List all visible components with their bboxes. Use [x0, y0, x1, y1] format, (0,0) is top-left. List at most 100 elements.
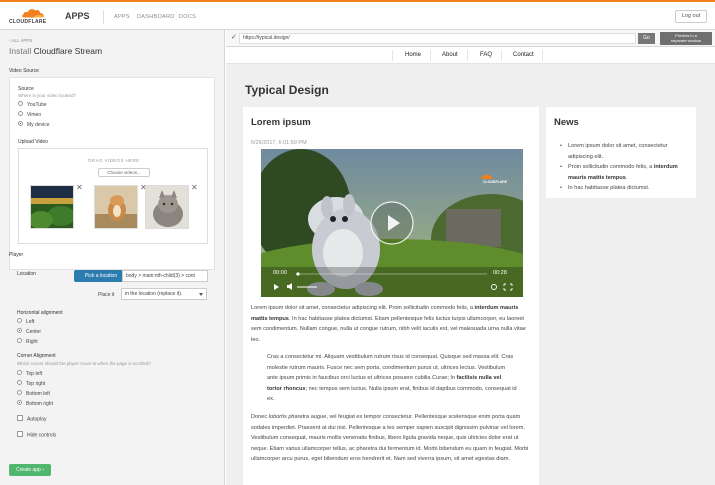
radio-icon[interactable] [17, 318, 22, 324]
autoplay-toggle[interactable]: Autoplay [17, 415, 46, 423]
selector-input[interactable]: body > main:nth-child(3) > cont [122, 270, 208, 282]
preview-pane: ✓ https://typical.design/ Go Preview in … [226, 30, 715, 485]
radio-selected-icon[interactable] [17, 328, 22, 334]
source-label: Source [18, 86, 34, 92]
h-align-right[interactable]: Right [17, 338, 38, 346]
source-option-youtube[interactable]: YouTube [18, 101, 47, 109]
pick-location-button[interactable]: Pick a location [74, 270, 128, 282]
nav-divider [467, 50, 468, 61]
option-label: Bottom left [26, 391, 50, 397]
hide-controls-toggle[interactable]: Hide controls [17, 431, 57, 439]
site-nav-home[interactable]: Home [405, 52, 421, 58]
text: . In hac habitasse platea dictumst. Etia… [251, 315, 526, 343]
video-frame [261, 149, 523, 297]
upload-label: Upload Video [18, 139, 48, 145]
site-nav-contact[interactable]: Contact [513, 52, 534, 58]
text: . [625, 174, 628, 181]
video-current-time: 00:00 [273, 270, 287, 276]
news-item: In hac habitasse platea dictumst. [560, 183, 692, 194]
nav-dashboard[interactable]: DASHBOARD [137, 14, 175, 20]
radio-selected-icon[interactable] [17, 400, 22, 406]
preview-url-bar: ✓ https://typical.design/ Go Preview in … [226, 30, 715, 47]
option-label: My device [27, 122, 50, 128]
corner-bottom-right[interactable]: Bottom right [17, 400, 53, 408]
article-paragraph-2: Donec lobortis pharetra augue, vel feugi… [251, 412, 533, 465]
separate-window-line2: separate window [670, 38, 702, 43]
article-title: Lorem ipsum [251, 117, 311, 128]
cloudflare-logo[interactable]: CLOUDFLARE [9, 6, 53, 28]
italic-text: lobortis pharetra [268, 414, 310, 420]
source-hint: Where is your video located? [18, 93, 77, 98]
text: Proin sollicitudin commodo felis, a [568, 164, 654, 170]
news-list: Lorem ipsum dolor sit amet, consectetur … [560, 141, 692, 194]
text: augue, vel feugiat ex tempor consectetur… [251, 414, 529, 462]
radio-icon[interactable] [17, 370, 22, 376]
location-label: Location [17, 271, 36, 277]
radio-icon[interactable] [18, 101, 23, 107]
news-item: Lorem ipsum dolor sit amet, consectetur … [560, 141, 692, 162]
checkmark-icon: ✓ [231, 34, 237, 41]
upload-dropzone[interactable]: DRAG VIDEOS HERE Choose videos... ✕ ✕ ✕ [18, 148, 208, 244]
nav-docs[interactable]: DOCS [179, 14, 196, 20]
option-label: Left [26, 319, 35, 325]
news-card: News Lorem ipsum dolor sit amet, consect… [546, 107, 696, 198]
chevron-down-icon [199, 293, 203, 296]
radio-icon[interactable] [17, 390, 22, 396]
place-it-label: Place it [98, 292, 115, 298]
option-label: Vimeo [27, 112, 42, 118]
nav-divider [392, 50, 393, 61]
checkbox-icon[interactable] [17, 415, 23, 421]
option-label: Bottom right [26, 401, 53, 407]
source-option-my-device[interactable]: My device [18, 121, 50, 129]
radio-icon[interactable] [17, 380, 22, 386]
video-thumbnail-3 [145, 185, 189, 229]
install-panel: ‹ ALL APPS Install Cloudflare Stream Vid… [0, 30, 225, 485]
article-paragraph-1: Lorem ipsum dolor sit amet, consectetur … [251, 303, 533, 345]
cloud-icon [22, 9, 44, 18]
cat-thumbnail [146, 186, 188, 228]
nav-divider [501, 50, 502, 61]
site-nav-faq[interactable]: FAQ [480, 52, 492, 58]
remove-video-1-icon[interactable]: ✕ [76, 184, 83, 192]
top-bar: CLOUDFLARE APPS APPS DASHBOARD DOCS Log … [0, 0, 715, 30]
video-thumbnail-1 [30, 185, 74, 229]
site-title: Typical Design [245, 83, 329, 97]
preview-url-input[interactable]: https://typical.design/ [239, 33, 636, 44]
install-prefix: Install [9, 46, 34, 56]
option-label: Center [26, 329, 42, 335]
place-it-select[interactable]: in the location (replace it). [121, 288, 207, 300]
video-total-time: 00:28 [493, 270, 507, 276]
horizontal-alignment-label: Horizontal alignment [17, 310, 63, 316]
nav-divider [430, 50, 431, 61]
corner-top-right[interactable]: Top right [17, 380, 45, 388]
news-title: News [554, 117, 579, 128]
create-app-button[interactable]: Create app › [9, 464, 51, 476]
video-player[interactable]: CLOUDFLARE 00:00 00:28 [261, 149, 523, 297]
corner-alignment-label: Corner Alignment [17, 353, 56, 359]
go-button[interactable]: Go [638, 33, 655, 44]
radio-selected-icon[interactable] [18, 121, 23, 127]
choose-videos-button[interactable]: Choose videos... [98, 168, 150, 177]
place-it-value: in the location (replace it). [125, 291, 183, 297]
h-align-left[interactable]: Left [17, 318, 35, 326]
option-label: Top left [26, 371, 43, 377]
video-thumbnail-2 [94, 185, 138, 229]
nav-divider [542, 50, 543, 61]
separate-window-button[interactable]: Preview in a separate window [660, 32, 712, 45]
remove-video-3-icon[interactable]: ✕ [191, 184, 198, 192]
dog-thumbnail [95, 186, 137, 228]
corner-top-left[interactable]: Top left [17, 370, 43, 378]
all-apps-link[interactable]: ‹ ALL APPS [9, 38, 32, 43]
article-card: Lorem ipsum 6/26/2017, 6:01:59 PM CLOUDF… [243, 107, 539, 485]
h-align-center[interactable]: Center [17, 328, 42, 336]
nav-apps[interactable]: APPS [114, 14, 130, 20]
option-label: Hide controls [27, 432, 57, 439]
corner-bottom-left[interactable]: Bottom left [17, 390, 50, 398]
radio-icon[interactable] [18, 111, 23, 117]
checkbox-icon[interactable] [17, 431, 23, 437]
logout-button[interactable]: Log out [675, 10, 707, 23]
site-nav-about[interactable]: About [442, 52, 458, 58]
radio-icon[interactable] [17, 338, 22, 344]
text: Lorem ipsum dolor sit amet, consectetur … [568, 143, 668, 160]
source-option-vimeo[interactable]: Vimeo [18, 111, 42, 119]
